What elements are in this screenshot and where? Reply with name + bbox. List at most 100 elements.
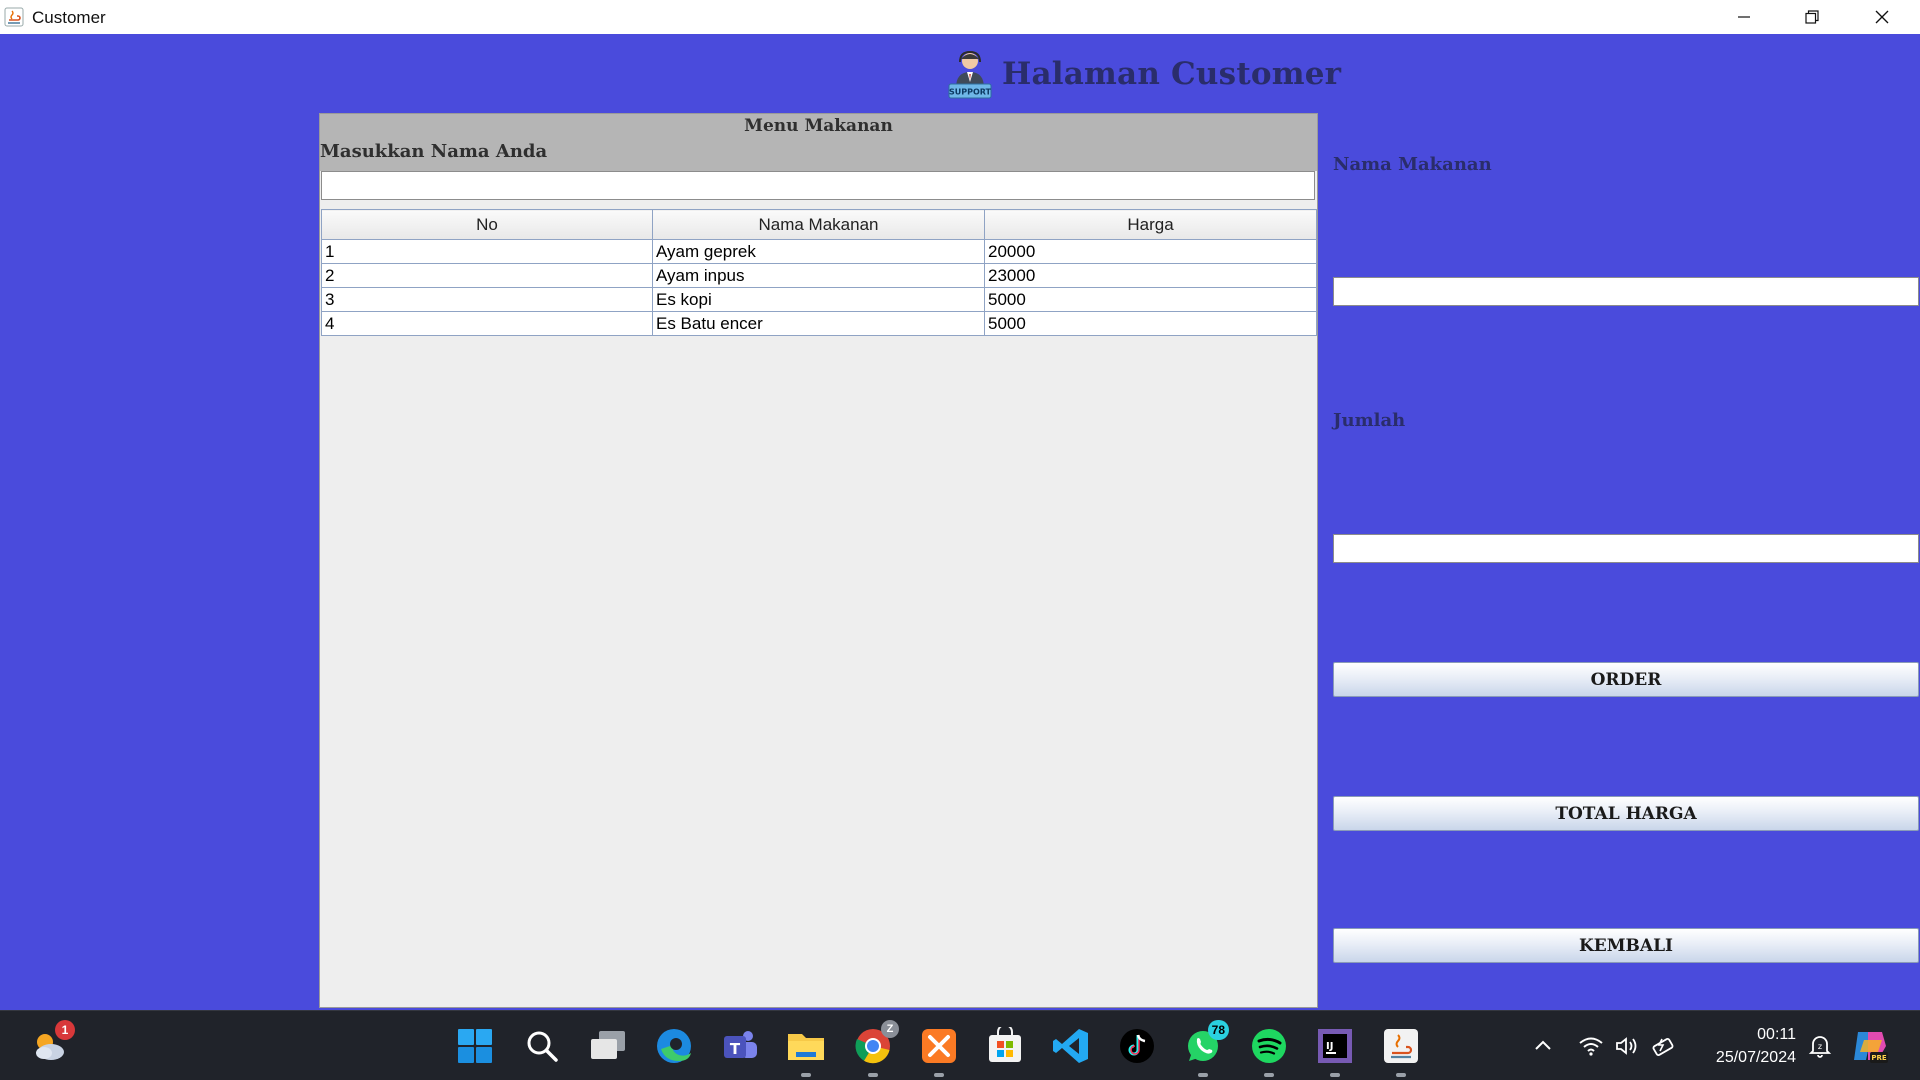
spotify-icon [1252, 1029, 1286, 1063]
table-row[interactable]: 2 Ayam inpus 23000 [321, 263, 1317, 288]
teams-icon: T [724, 1031, 757, 1058]
whatsapp-badge: 78 [1207, 1020, 1229, 1040]
taskbar-spotify[interactable] [1247, 1024, 1291, 1077]
table-row[interactable]: 1 Ayam geprek 20000 [321, 239, 1317, 264]
java-icon [1384, 1029, 1418, 1063]
quantity-label: Jumlah [1333, 410, 1406, 431]
support-agent-icon: SUPPORT [948, 50, 992, 99]
running-indicator [1330, 1073, 1340, 1077]
cell-no[interactable]: 1 [321, 239, 653, 264]
menu-panel-header: Menu Makanan Masukkan Nama Anda [320, 114, 1317, 171]
folder-icon [788, 1034, 824, 1060]
battery-charging-icon [1652, 1038, 1674, 1056]
running-indicator [934, 1073, 944, 1077]
cell-harga[interactable]: 20000 [984, 239, 1317, 264]
close-icon [1875, 10, 1889, 24]
svg-text:PRE: PRE [1871, 1054, 1887, 1062]
tray-copilot[interactable]: PRE [1850, 1011, 1890, 1080]
java-icon [4, 7, 24, 27]
taskbar-tiktok[interactable] [1115, 1024, 1159, 1068]
tray-wifi[interactable] [1578, 1011, 1604, 1080]
taskbar-task-view[interactable] [586, 1024, 630, 1068]
cell-no[interactable]: 4 [321, 311, 653, 336]
windows-start-icon [458, 1029, 492, 1063]
clock-time: 00:11 [1757, 1026, 1796, 1043]
column-header-harga[interactable]: Harga [984, 209, 1317, 240]
close-button[interactable] [1848, 0, 1916, 34]
taskbar-edge[interactable] [652, 1024, 696, 1068]
tray-battery[interactable] [1650, 1011, 1678, 1080]
menu-panel: Menu Makanan Masukkan Nama Anda No Nama … [319, 113, 1318, 1008]
taskbar-file-explorer[interactable] [784, 1024, 828, 1077]
wifi-icon [1579, 1037, 1603, 1056]
tiktok-icon [1120, 1029, 1154, 1063]
volume-icon [1616, 1037, 1637, 1055]
back-button[interactable]: KEMBALI [1333, 928, 1919, 963]
svg-text:SUPPORT: SUPPORT [949, 88, 992, 97]
intellij-icon: IJ [1318, 1029, 1352, 1063]
table-row[interactable]: 3 Es kopi 5000 [321, 287, 1317, 312]
taskbar-chrome[interactable]: Z [851, 1020, 899, 1077]
svg-text:IJ: IJ [1326, 1041, 1333, 1052]
column-header-nama-makanan[interactable]: Nama Makanan [652, 209, 985, 240]
page-header: SUPPORT Halaman Customer [944, 46, 1341, 102]
taskbar-java[interactable] [1379, 1024, 1423, 1077]
taskbar-start[interactable] [453, 1024, 497, 1068]
order-button[interactable]: ORDER [1333, 662, 1919, 697]
window-title: Customer [32, 8, 106, 27]
clock-date: 25/07/2024 [1715, 1049, 1796, 1066]
tray-volume[interactable] [1614, 1011, 1640, 1080]
menu-table: No Nama Makanan Harga 1 Ayam geprek 2000… [321, 209, 1317, 336]
taskbar-teams[interactable]: T [718, 1024, 762, 1068]
cell-harga[interactable]: 5000 [984, 287, 1317, 312]
svg-text:T: T [730, 1040, 741, 1058]
customer-name-label: Masukkan Nama Anda [320, 141, 548, 162]
cell-nama-makanan[interactable]: Es Batu encer [652, 311, 985, 336]
minimize-icon [1738, 16, 1750, 18]
taskbar-intellij[interactable]: IJ [1313, 1024, 1357, 1077]
cell-nama-makanan[interactable]: Ayam inpus [652, 263, 985, 288]
minimize-button[interactable] [1710, 0, 1778, 34]
search-icon [527, 1031, 558, 1062]
taskbar: 1 T Z 78 IJ 00:11 25/07/2024 z PRE [0, 1010, 1920, 1080]
vscode-icon [1053, 1029, 1088, 1063]
running-indicator [1396, 1073, 1406, 1077]
restore-button[interactable] [1778, 0, 1846, 34]
xampp-icon [922, 1029, 956, 1063]
quantity-input[interactable] [1333, 534, 1919, 563]
taskbar-xampp[interactable] [917, 1024, 961, 1077]
copilot-icon: PRE [1854, 1032, 1888, 1063]
taskbar-weather[interactable]: 1 [27, 1020, 75, 1068]
cell-nama-makanan[interactable]: Ayam geprek [652, 239, 985, 264]
customer-window: SUPPORT Halaman Customer Menu Makanan Ma… [0, 34, 1920, 1010]
cell-harga[interactable]: 23000 [984, 263, 1317, 288]
food-name-label: Nama Makanan [1333, 154, 1492, 175]
taskbar-store[interactable] [983, 1024, 1027, 1068]
task-view-icon [591, 1031, 625, 1059]
running-indicator [801, 1073, 811, 1077]
restore-icon [1805, 10, 1819, 24]
menu-title: Menu Makanan [744, 116, 893, 136]
page-title: Halaman Customer [1002, 56, 1342, 92]
window-titlebar: Customer [0, 0, 1920, 34]
taskbar-clock[interactable]: 00:11 25/07/2024 [1696, 1023, 1796, 1069]
column-header-no[interactable]: No [321, 209, 653, 240]
total-price-button[interactable]: TOTAL HARGA [1333, 796, 1919, 831]
cell-nama-makanan[interactable]: Es kopi [652, 287, 985, 312]
chrome-profile-badge: Z [881, 1020, 899, 1038]
notification-bell-icon: z [1808, 1036, 1832, 1058]
tray-notifications[interactable]: z [1807, 1011, 1833, 1080]
food-name-input[interactable] [1333, 277, 1919, 306]
microsoft-store-icon [989, 1027, 1021, 1062]
table-row[interactable]: 4 Es Batu encer 5000 [321, 311, 1317, 336]
customer-name-input[interactable] [321, 171, 1315, 200]
edge-icon [657, 1029, 691, 1063]
taskbar-whatsapp[interactable]: 78 [1181, 1020, 1229, 1077]
tray-overflow-button[interactable] [1531, 1011, 1555, 1080]
svg-text:z: z [1818, 1042, 1822, 1051]
cell-harga[interactable]: 5000 [984, 311, 1317, 336]
cell-no[interactable]: 2 [321, 263, 653, 288]
taskbar-vscode[interactable] [1049, 1024, 1093, 1068]
cell-no[interactable]: 3 [321, 287, 653, 312]
taskbar-search[interactable] [520, 1024, 564, 1068]
